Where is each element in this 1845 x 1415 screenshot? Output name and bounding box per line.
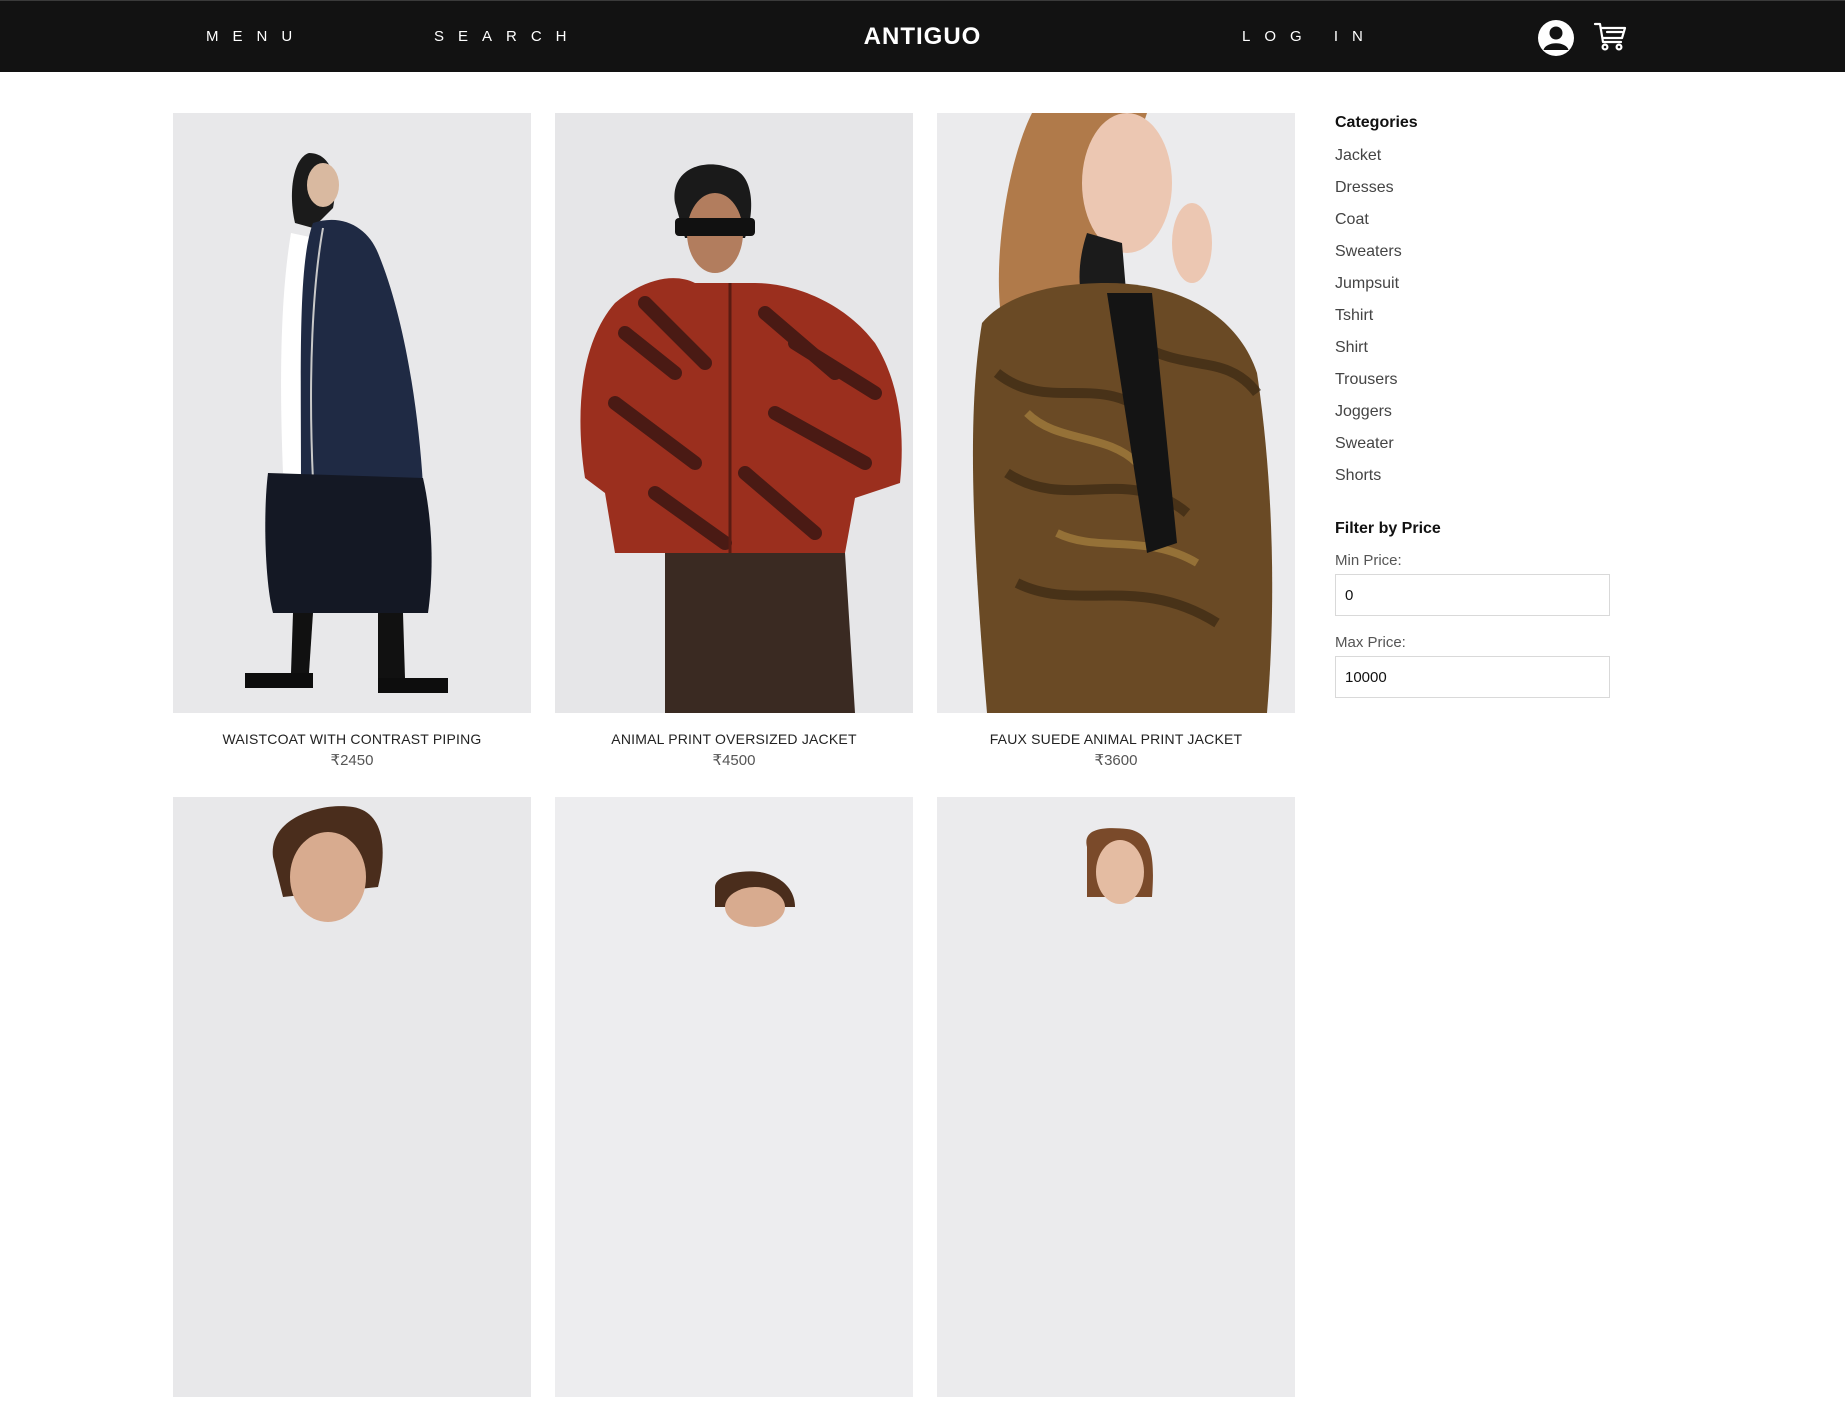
category-item-jacket[interactable]: Jacket [1335, 146, 1615, 178]
menu-link[interactable]: MENU [206, 1, 306, 73]
category-item-tshirt[interactable]: Tshirt [1335, 306, 1615, 338]
category-item-trousers[interactable]: Trousers [1335, 370, 1615, 402]
max-price-label: Max Price: [1335, 634, 1406, 651]
category-list: Jacket Dresses Coat Sweaters Jumpsuit Ts… [1335, 146, 1615, 498]
product-name[interactable]: FAUX SUEDE ANIMAL PRINT JACKET [937, 731, 1295, 747]
category-item-sweaters[interactable]: Sweaters [1335, 242, 1615, 274]
login-link[interactable]: LOG IN [1242, 1, 1377, 73]
product-image[interactable] [937, 797, 1295, 1397]
brand-logo[interactable]: ANTIGUO [864, 23, 982, 50]
product-card: WAISTCOAT WITH CONTRAST PIPING ₹2450 [173, 113, 531, 769]
product-card: FAUX SUEDE ANIMAL PRINT JACKET ₹3600 [937, 113, 1295, 769]
product-name[interactable]: ANIMAL PRINT OVERSIZED JACKET [555, 731, 913, 747]
category-item-joggers[interactable]: Joggers [1335, 402, 1615, 434]
category-item-coat[interactable]: Coat [1335, 210, 1615, 242]
product-image[interactable] [555, 113, 913, 713]
top-navigation-bar: MENU SEARCH ANTIGUO LOG IN [0, 0, 1845, 72]
product-image[interactable] [555, 797, 913, 1397]
category-item-shorts[interactable]: Shorts [1335, 466, 1615, 498]
product-card [173, 797, 531, 1415]
category-item-sweater[interactable]: Sweater [1335, 434, 1615, 466]
product-name[interactable]: WAISTCOAT WITH CONTRAST PIPING [173, 731, 531, 747]
max-price-input[interactable] [1335, 656, 1610, 698]
category-item-dresses[interactable]: Dresses [1335, 178, 1615, 210]
product-image[interactable] [173, 797, 531, 1397]
product-price: ₹4500 [712, 752, 756, 769]
product-card [555, 797, 913, 1415]
filter-sidebar: Categories Jacket Dresses Coat Sweaters … [1335, 114, 1615, 698]
categories-heading: Categories [1335, 114, 1418, 131]
search-link[interactable]: SEARCH [434, 1, 581, 73]
user-avatar-icon[interactable] [1537, 19, 1575, 57]
min-price-label: Min Price: [1335, 552, 1402, 569]
product-image[interactable] [937, 113, 1295, 713]
product-card [937, 797, 1295, 1415]
product-image[interactable] [173, 113, 531, 713]
product-card: ANIMAL PRINT OVERSIZED JACKET ₹4500 [555, 113, 913, 769]
shopping-cart-icon[interactable] [1592, 19, 1630, 57]
min-price-input[interactable] [1335, 574, 1610, 616]
product-price: ₹3600 [1094, 752, 1138, 769]
filter-price-heading: Filter by Price [1335, 520, 1441, 537]
product-price: ₹2450 [330, 752, 374, 769]
category-item-jumpsuit[interactable]: Jumpsuit [1335, 274, 1615, 306]
category-item-shirt[interactable]: Shirt [1335, 338, 1615, 370]
